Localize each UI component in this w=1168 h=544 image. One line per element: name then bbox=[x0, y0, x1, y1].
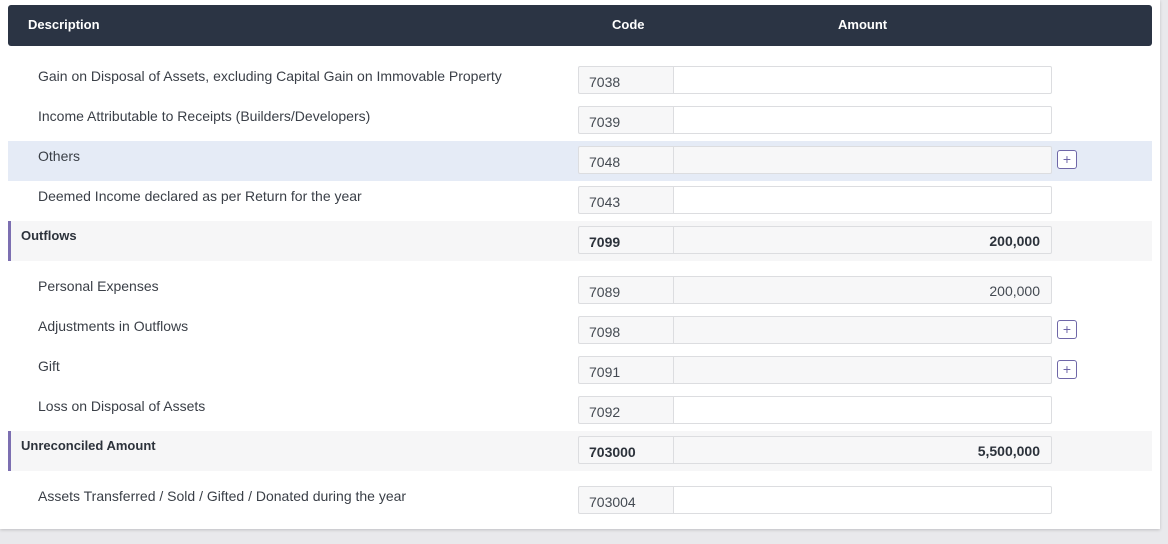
row-label: Income Attributable to Receipts (Builder… bbox=[38, 108, 371, 124]
code-field: 703004 bbox=[578, 486, 673, 514]
row-label: Adjustments in Outflows bbox=[38, 318, 189, 334]
header-amount: Amount bbox=[838, 17, 888, 32]
row-label: Assets Transferred / Sold / Gifted / Don… bbox=[38, 488, 407, 504]
header-description: Description bbox=[28, 17, 100, 32]
amount-input[interactable] bbox=[673, 106, 1052, 134]
row-label: Gain on Disposal of Assets, excluding Ca… bbox=[38, 68, 502, 84]
code-field: 7098 bbox=[578, 316, 673, 344]
code-field: 7048 bbox=[578, 146, 673, 174]
row-personal-expenses: Personal Expenses 7089 200,000 bbox=[8, 271, 1152, 311]
add-others-button[interactable]: + bbox=[1057, 150, 1077, 169]
code-field: 7089 bbox=[578, 276, 673, 304]
amount-total: 200,000 bbox=[673, 226, 1052, 254]
code-field: 7092 bbox=[578, 396, 673, 424]
amount-field bbox=[673, 146, 1052, 174]
section-label: Outflows bbox=[21, 228, 77, 243]
plus-icon: + bbox=[1062, 321, 1072, 337]
row-gift: Gift 7091 + bbox=[8, 351, 1152, 391]
form-panel: Description Code Amount Gain on Disposal… bbox=[0, 0, 1160, 529]
row-others: Others 7048 + bbox=[8, 141, 1152, 181]
section-label: Unreconciled Amount bbox=[21, 438, 156, 453]
row-assets-transferred: Assets Transferred / Sold / Gifted / Don… bbox=[8, 481, 1152, 521]
row-label: Others bbox=[38, 148, 81, 164]
row-label: Personal Expenses bbox=[38, 278, 159, 294]
amount-input[interactable] bbox=[673, 396, 1052, 424]
row-deemed-income: Deemed Income declared as per Return for… bbox=[8, 181, 1152, 221]
code-field: 7039 bbox=[578, 106, 673, 134]
row-income-attributable: Income Attributable to Receipts (Builder… bbox=[8, 101, 1152, 141]
code-field: 7038 bbox=[578, 66, 673, 94]
row-gain-on-disposal: Gain on Disposal of Assets, excluding Ca… bbox=[8, 61, 1152, 101]
amount-total: 5,500,000 bbox=[673, 436, 1052, 464]
code-field: 7099 bbox=[578, 226, 673, 254]
amount-field bbox=[673, 316, 1052, 344]
row-label: Loss on Disposal of Assets bbox=[38, 398, 206, 414]
amount-input[interactable] bbox=[673, 66, 1052, 94]
amount-field bbox=[673, 356, 1052, 384]
section-unreconciled-amount: Unreconciled Amount 703000 5,500,000 bbox=[8, 431, 1152, 471]
section-outflows: Outflows 7099 200,000 bbox=[8, 221, 1152, 261]
add-adjustments-button[interactable]: + bbox=[1057, 320, 1077, 339]
amount-field: 200,000 bbox=[673, 276, 1052, 304]
row-label: Gift bbox=[38, 358, 60, 374]
code-field: 703000 bbox=[578, 436, 673, 464]
amount-input[interactable] bbox=[673, 186, 1052, 214]
table-header: Description Code Amount bbox=[8, 5, 1152, 46]
code-field: 7091 bbox=[578, 356, 673, 384]
row-loss-on-disposal: Loss on Disposal of Assets 7092 bbox=[8, 391, 1152, 431]
header-code: Code bbox=[612, 17, 645, 32]
row-label: Deemed Income declared as per Return for… bbox=[38, 188, 362, 204]
row-adjustments-outflows: Adjustments in Outflows 7098 + bbox=[8, 311, 1152, 351]
amount-input[interactable] bbox=[673, 486, 1052, 514]
plus-icon: + bbox=[1062, 151, 1072, 167]
plus-icon: + bbox=[1062, 361, 1072, 377]
add-gift-button[interactable]: + bbox=[1057, 360, 1077, 379]
code-field: 7043 bbox=[578, 186, 673, 214]
